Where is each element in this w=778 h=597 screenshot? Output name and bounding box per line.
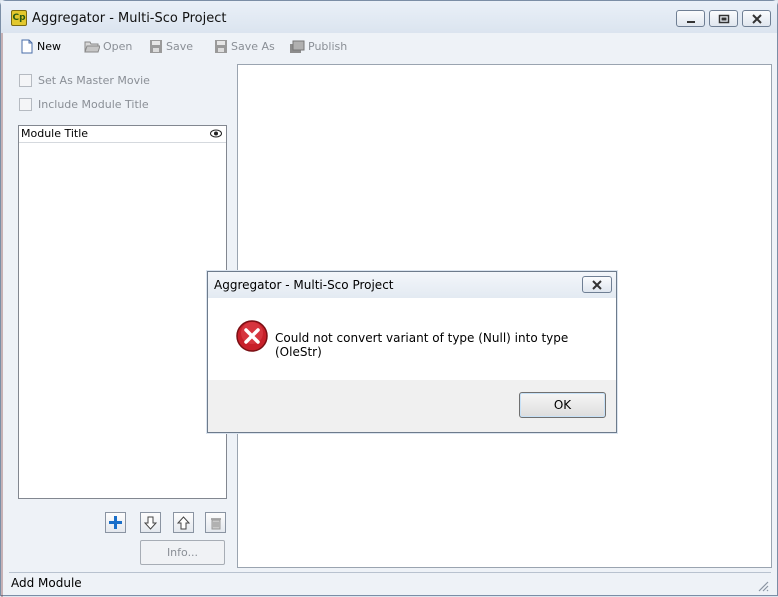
master-movie-option[interactable]: Set As Master Movie [19, 74, 150, 87]
error-dialog: Aggregator - Multi-Sco Project Could not… [207, 271, 617, 433]
delete-button[interactable] [205, 512, 226, 533]
dialog-message: Could not convert variant of type (Null)… [275, 331, 569, 359]
close-icon [592, 279, 602, 290]
restore-icon [718, 14, 729, 23]
save-button[interactable]: Save [149, 37, 193, 55]
window-edge [1, 1, 3, 597]
open-folder-icon [84, 41, 100, 52]
arrow-up-icon [177, 515, 190, 529]
minimize-icon [686, 20, 695, 23]
master-movie-checkbox[interactable] [19, 74, 32, 87]
app-icon: Cp [11, 10, 27, 26]
info-button[interactable]: Info... [140, 540, 225, 565]
dialog-title-bar[interactable]: Aggregator - Multi-Sco Project [208, 272, 616, 298]
dialog-body: Could not convert variant of type (Null)… [208, 298, 616, 380]
publish-label: Publish [308, 39, 348, 53]
new-document-icon [21, 39, 33, 53]
master-movie-label: Set As Master Movie [38, 74, 150, 87]
save-as-label: Save As [231, 39, 275, 53]
module-list[interactable]: Module Title [18, 125, 227, 499]
eye-icon[interactable] [210, 129, 222, 138]
dialog-close-button[interactable] [582, 276, 612, 293]
toolbar: New Open Save Save As Publish [1, 33, 777, 59]
save-as-disk-icon [215, 39, 227, 53]
publish-button[interactable]: Publish [289, 37, 347, 55]
include-title-option[interactable]: Include Module Title [19, 98, 149, 111]
minimize-button[interactable] [676, 10, 705, 27]
save-disk-icon [150, 39, 162, 53]
status-bar: Add Module [9, 572, 771, 594]
open-label: Open [103, 39, 133, 53]
add-module-button[interactable] [105, 512, 126, 533]
trash-icon [210, 517, 221, 529]
plus-icon [109, 516, 122, 529]
include-title-checkbox[interactable] [19, 98, 32, 111]
move-up-button[interactable] [173, 512, 194, 533]
module-list-header[interactable]: Module Title [19, 126, 226, 143]
new-button[interactable]: New [20, 37, 61, 55]
save-as-button[interactable]: Save As [214, 37, 275, 55]
resize-grip-icon[interactable] [757, 580, 769, 592]
publish-icon [290, 40, 305, 53]
close-icon [751, 13, 762, 24]
status-text: Add Module [11, 576, 82, 590]
ok-button[interactable]: OK [519, 392, 606, 418]
arrow-down-icon [144, 516, 157, 530]
close-button[interactable] [742, 10, 771, 27]
save-label: Save [166, 39, 194, 53]
error-icon [236, 320, 268, 352]
window-title: Aggregator - Multi-Sco Project [32, 11, 227, 26]
dialog-title: Aggregator - Multi-Sco Project [214, 278, 394, 292]
restore-button[interactable] [709, 10, 738, 27]
new-label: New [37, 39, 61, 53]
move-down-button[interactable] [140, 512, 161, 533]
title-bar[interactable]: Cp Aggregator - Multi-Sco Project [1, 1, 777, 33]
include-title-label: Include Module Title [38, 98, 149, 111]
open-button[interactable]: Open [84, 37, 132, 55]
module-title-column: Module Title [21, 127, 89, 140]
